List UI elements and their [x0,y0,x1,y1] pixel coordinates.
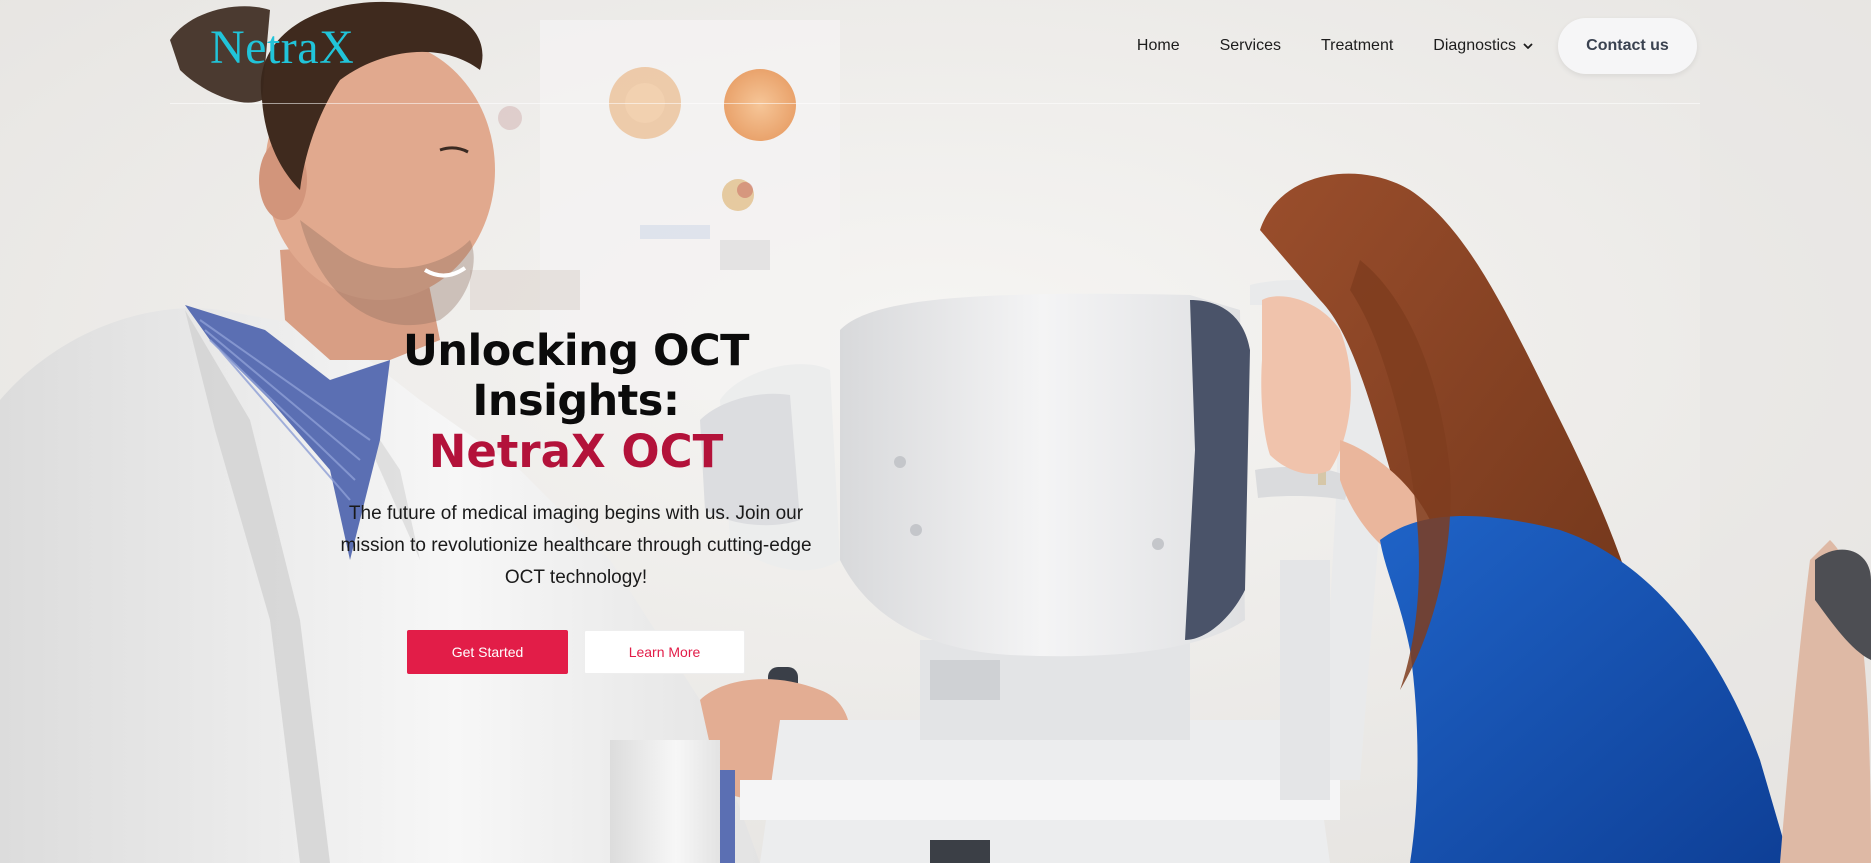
hero-title-accent: NetraX OCT [428,425,724,478]
contact-us-button[interactable]: Contact us [1558,18,1697,74]
nav-item-label: Treatment [1320,37,1394,54]
nav-item-label: Diagnostics [1433,37,1516,54]
landing-page: NetraX Home Services Treatment Diagnosti… [0,0,1871,863]
hero-title: Unlocking OCT Insights: [403,326,749,426]
nav-item-label: Home [1136,37,1180,54]
nav-item-diagnostics[interactable]: Diagnostics [1413,37,1554,55]
chevron-down-icon [1523,43,1533,49]
nav-item-home[interactable]: Home [1117,37,1200,55]
main-nav: Home Services Treatment Diagnostics Cont… [1117,18,1697,74]
hero-buttons: Get Started Learn More [310,630,842,674]
header-divider [170,103,1700,104]
learn-more-button[interactable]: Learn More [584,630,745,674]
hero-description: The future of medical imaging begins wit… [340,503,812,588]
nav-item-treatment[interactable]: Treatment [1301,37,1413,55]
nav-item-label: Services [1219,37,1281,54]
get-started-button[interactable]: Get Started [407,630,568,674]
hero-section: Unlocking OCT Insights: NetraX OCT The f… [310,326,842,674]
site-logo[interactable]: NetraX [210,18,354,78]
hero-background-image [0,0,1871,863]
nav-item-services[interactable]: Services [1200,37,1301,55]
site-header: NetraX Home Services Treatment Diagnosti… [0,0,1871,104]
